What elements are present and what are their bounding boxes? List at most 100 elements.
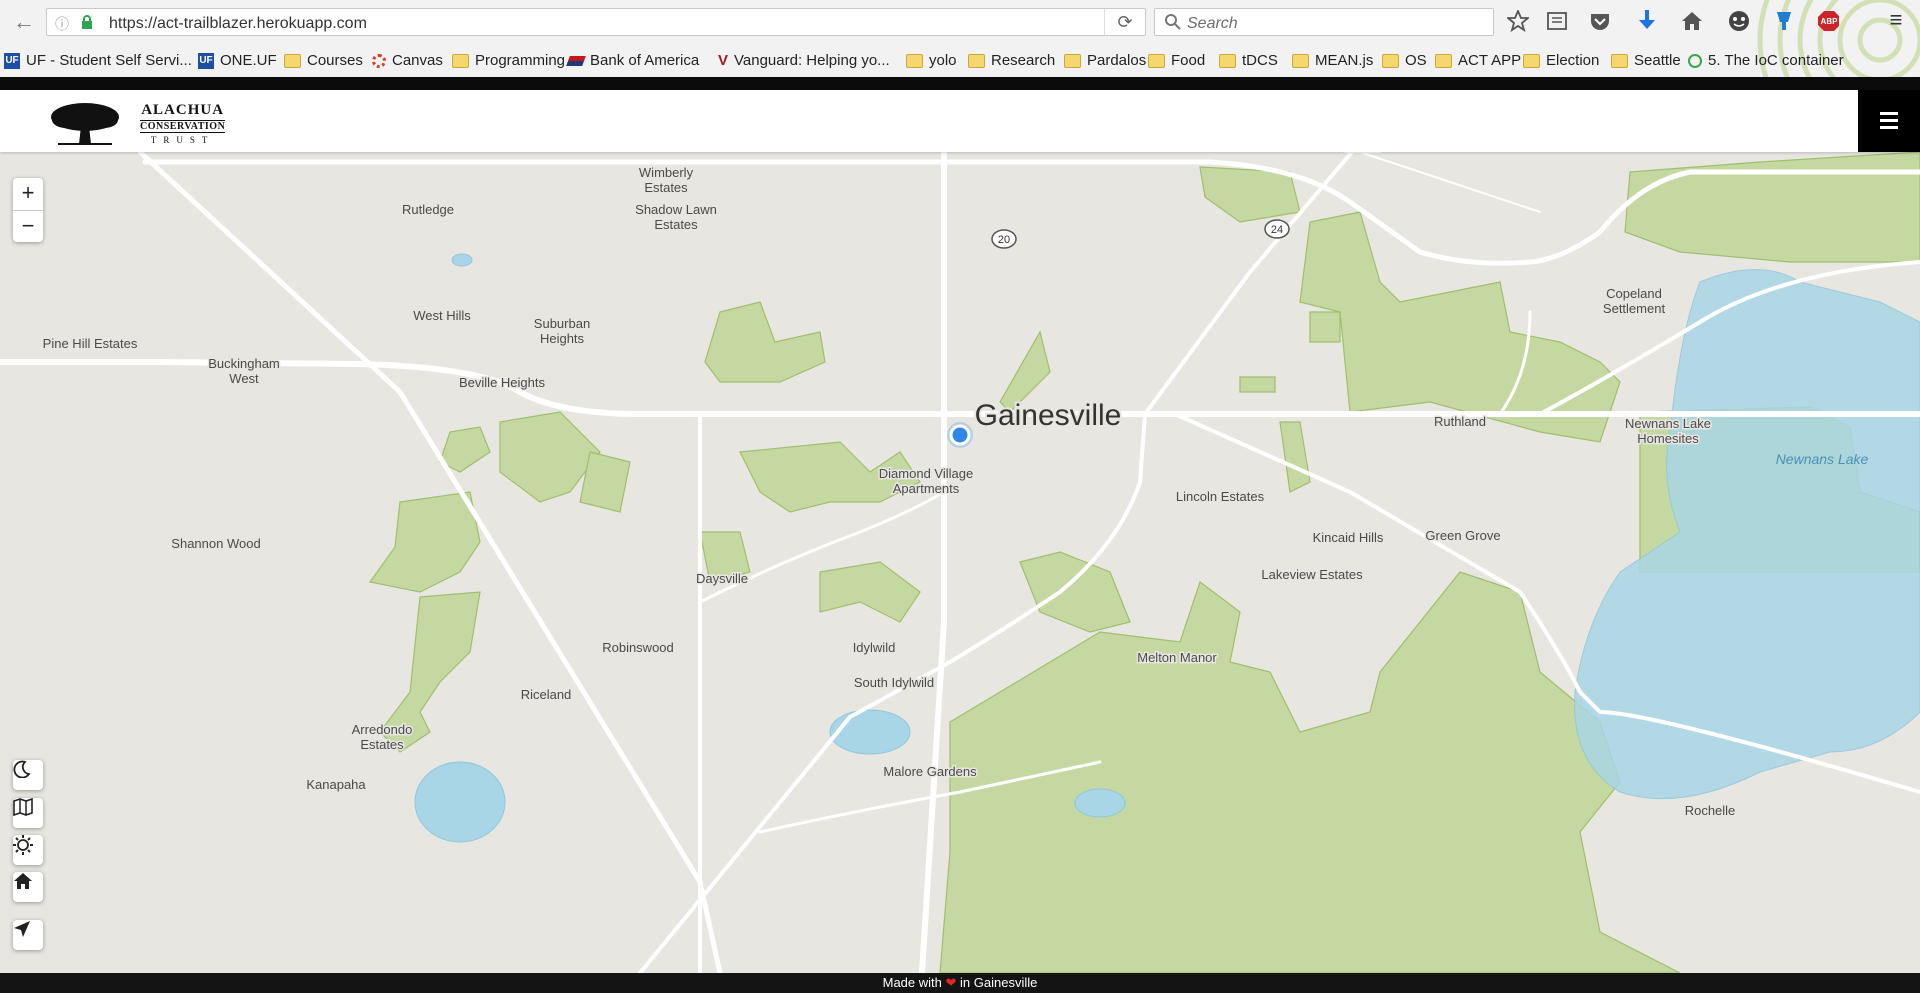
place-label: Malore Gardens [883, 764, 977, 779]
bookmark-item[interactable]: UF ONE.UF [198, 52, 277, 69]
bookmark-star-icon[interactable] [1507, 10, 1529, 32]
bookmark-label: Bank of America [590, 52, 700, 69]
oak-tree-icon [51, 103, 119, 145]
bookmark-item[interactable]: Food [1148, 52, 1205, 69]
lock-icon [82, 15, 92, 29]
bookmark-label: Seattle [1634, 52, 1681, 69]
sun-icon [13, 835, 33, 855]
park-area[interactable] [1624, 152, 1920, 263]
bookmark-item[interactable]: Pardalos [1064, 52, 1146, 69]
bookmark-item[interactable]: Canvas [372, 52, 443, 69]
extension-face-icon[interactable] [1728, 10, 1750, 32]
uf-icon: UF [4, 52, 20, 69]
folder-icon [1382, 53, 1399, 68]
search-bar[interactable]: Search [1154, 8, 1494, 36]
folder-icon [1523, 53, 1540, 68]
bookmark-item[interactable]: Election [1523, 52, 1599, 69]
folder-icon [1435, 53, 1452, 68]
folder-icon [452, 53, 469, 68]
bookmark-item[interactable]: V Vanguard: Helping yo... [718, 52, 890, 69]
home-icon[interactable] [1681, 10, 1703, 32]
navigation-arrow-icon [14, 921, 30, 937]
ghostery-icon[interactable] [1773, 10, 1795, 32]
svg-text:ABP: ABP [1821, 17, 1839, 26]
bookmark-item[interactable]: yolo [906, 52, 957, 69]
browser-menu-icon[interactable]: ≡ [1884, 8, 1908, 32]
bookmark-label: Programming [475, 52, 566, 69]
city-label[interactable]: Gainesville [973, 397, 1124, 434]
place-label: West Hills [413, 308, 471, 323]
pocket-icon[interactable] [1589, 10, 1611, 32]
locate-me-button[interactable] [13, 920, 43, 950]
download-icon[interactable] [1636, 8, 1658, 30]
bookmark-item[interactable]: Courses [284, 52, 363, 69]
bookmark-item[interactable]: tDCS [1219, 52, 1278, 69]
map-icon [13, 798, 33, 816]
info-icon[interactable]: ⓘ [55, 14, 69, 34]
alachua-conservation-trust-logo[interactable]: ALACHUA CONSERVATION TRUST [48, 96, 248, 148]
bookmark-item[interactable]: 5. The IoC container [1688, 52, 1844, 69]
reload-icon[interactable]: ⟳ [1104, 9, 1145, 35]
bookmark-item[interactable]: MEAN.js [1292, 52, 1373, 69]
place-label: Rochelle [1685, 803, 1736, 818]
heart-icon: ❤ [945, 975, 957, 990]
map-canvas[interactable]: 20 24 Wimberly EstatesShadow Lawn EstatesR… [0, 152, 1920, 973]
bookmark-item[interactable]: Research [968, 52, 1055, 69]
bookmark-label: UF - Student Self Servi... [26, 52, 192, 69]
shield-label: 24 [1271, 224, 1283, 236]
home-view-button[interactable] [13, 872, 43, 902]
footer-suffix: in Gainesville [960, 975, 1038, 990]
bookmark-item[interactable]: Seattle [1611, 52, 1681, 69]
folder-icon [1064, 53, 1081, 68]
window-divider [0, 77, 1920, 90]
lake[interactable] [451, 253, 473, 267]
lake[interactable] [1074, 788, 1126, 818]
place-label: Lakeview Estates [1261, 567, 1363, 582]
adblock-icon[interactable]: ABP [1817, 10, 1839, 32]
bookmark-label: Election [1546, 52, 1600, 69]
map-layers-button[interactable] [13, 798, 43, 828]
bookmark-label: Pardalos [1087, 52, 1147, 69]
folder-icon [1219, 53, 1236, 68]
place-label: Kincaid Hills [1313, 530, 1384, 545]
place-label: Rutledge [402, 202, 454, 217]
bookmark-item[interactable]: Programming [452, 52, 565, 69]
reading-list-icon[interactable] [1546, 10, 1568, 32]
bookmark-label: tDCS [1242, 52, 1278, 69]
bookmark-label: Canvas [392, 52, 443, 69]
folder-icon [968, 53, 985, 68]
place-label: Ruthland [1434, 414, 1486, 429]
current-location-marker[interactable] [947, 422, 973, 448]
place-label: Arredondo Estates [352, 722, 413, 752]
map-view[interactable]: 20 24 Wimberly Estates Shadow Lawn Estates R… [0, 152, 1920, 973]
moon-icon [13, 760, 31, 778]
search-icon [1165, 14, 1181, 30]
folder-icon [1611, 53, 1628, 68]
zoom-in-button[interactable]: + [13, 178, 43, 211]
place-label: Lincoln Estates [1176, 489, 1265, 504]
footer-prefix: Made with [882, 975, 942, 990]
park-area[interactable] [1309, 311, 1341, 343]
place-label: Shannon Wood [171, 536, 260, 551]
bookmark-item[interactable]: Bank of America [566, 52, 700, 69]
bookmark-item[interactable]: UF UF - Student Self Servi... [4, 52, 192, 69]
hamburger-menu-button[interactable] [1858, 90, 1920, 152]
page-icon [1688, 53, 1702, 68]
bookmark-item[interactable]: OS [1382, 52, 1427, 69]
bookmark-item[interactable]: ACT APP [1435, 52, 1521, 69]
logo-line-2: CONSERVATION [140, 120, 226, 133]
place-label: South Idylwild [854, 675, 934, 690]
park-area[interactable] [1239, 376, 1276, 393]
brightness-button[interactable] [13, 835, 43, 865]
app-header: ALACHUA CONSERVATION TRUST [0, 90, 1920, 152]
dark-mode-button[interactable] [13, 760, 43, 790]
lake[interactable] [414, 761, 506, 843]
back-arrow-icon[interactable]: ← [12, 10, 36, 34]
vanguard-icon: V [718, 52, 729, 69]
place-label: Pine Hill Estates [43, 336, 138, 351]
bookmarks-bar: UF UF - Student Self Servi... UF ONE.UF Cour… [0, 48, 1920, 74]
lake[interactable] [829, 709, 911, 755]
url-bar[interactable]: ⓘ https://act-trailblazer.herokuapp.com … [46, 8, 1146, 36]
zoom-out-button[interactable]: − [13, 211, 43, 243]
uf-icon: UF [198, 52, 214, 69]
